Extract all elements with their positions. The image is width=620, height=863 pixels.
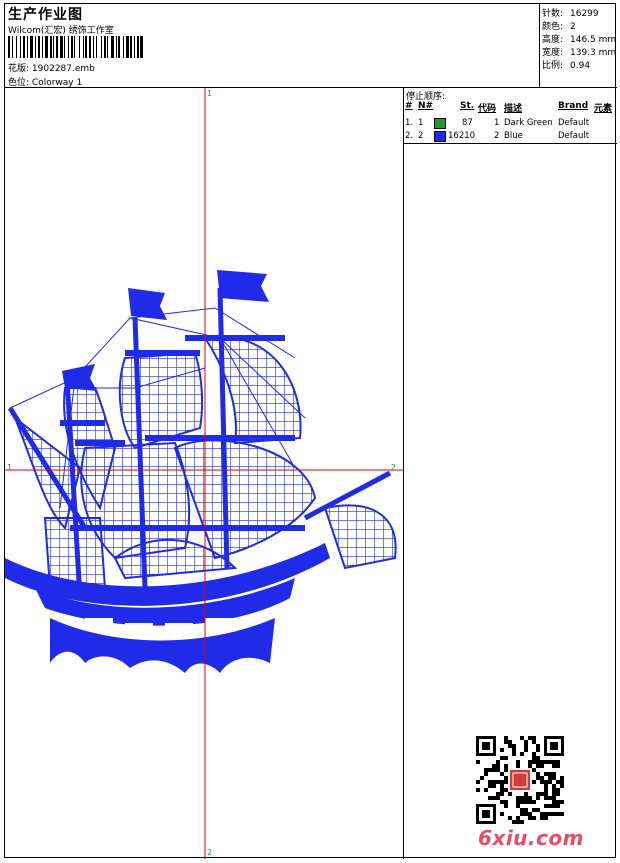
ship-embroidery [5, 88, 404, 859]
axis-right-label: 2 [391, 463, 397, 472]
col-header-brand: Brand [558, 101, 589, 111]
stat-scale: 比例: 0.94 [542, 61, 591, 71]
barcode [8, 36, 143, 58]
company-name: Wilcom(汇宏) 绣饰工作室 [8, 26, 114, 36]
qr-code [476, 736, 564, 824]
col-header-num: # [405, 101, 413, 111]
axis-left-label: 1 [7, 463, 13, 472]
color-swatch-blue [434, 131, 446, 142]
colorway-label: 色位: [8, 78, 30, 88]
stat-height: 高度: 146.5 mm [542, 35, 617, 45]
stat-colors: 颜色: 2 [542, 22, 576, 32]
ship-artwork [5, 270, 397, 673]
watermark-logo: 6xiu.com [478, 826, 584, 850]
col-header-element: 元素 [594, 104, 613, 114]
design-line: 花版: 1902287.emb [8, 61, 95, 74]
col-header-code: 代码 [478, 104, 497, 114]
design-label: 花版: [8, 64, 30, 74]
design-canvas: 1 2 1 2 [5, 88, 404, 859]
stat-stitches: 针数: 16299 [542, 9, 599, 19]
stats-box: 针数: 16299 颜色: 2 高度: 146.5 mm 宽度: 139.3 mm 比例… [540, 4, 617, 88]
production-sheet: 生产作业图 Wilcom(汇宏) 绣饰工作室 花版: 1902287.emb 色… [4, 3, 617, 859]
sheet-title: 生产作业图 [8, 7, 83, 23]
axis-bottom-label: 2 [207, 848, 213, 857]
stat-width: 宽度: 139.3 mm [542, 48, 617, 58]
colorway-value: Colorway 1 [31, 78, 83, 88]
col-header-desc: 描述 [504, 104, 523, 114]
design-file: 1902287.emb [31, 64, 95, 74]
table-row: 1. 1 87 1 Dark Green Default [405, 118, 590, 129]
colorway-line: 色位: Colorway 1 [8, 75, 82, 88]
panel-divider [404, 143, 617, 144]
axis-top-label: 1 [207, 89, 213, 98]
color-swatch-green [434, 118, 446, 129]
header-info: 生产作业图 Wilcom(汇宏) 绣饰工作室 花版: 1902287.emb 色… [5, 4, 540, 88]
col-header-stitches: St. [460, 101, 475, 111]
col-header-needle: N# [418, 101, 434, 111]
